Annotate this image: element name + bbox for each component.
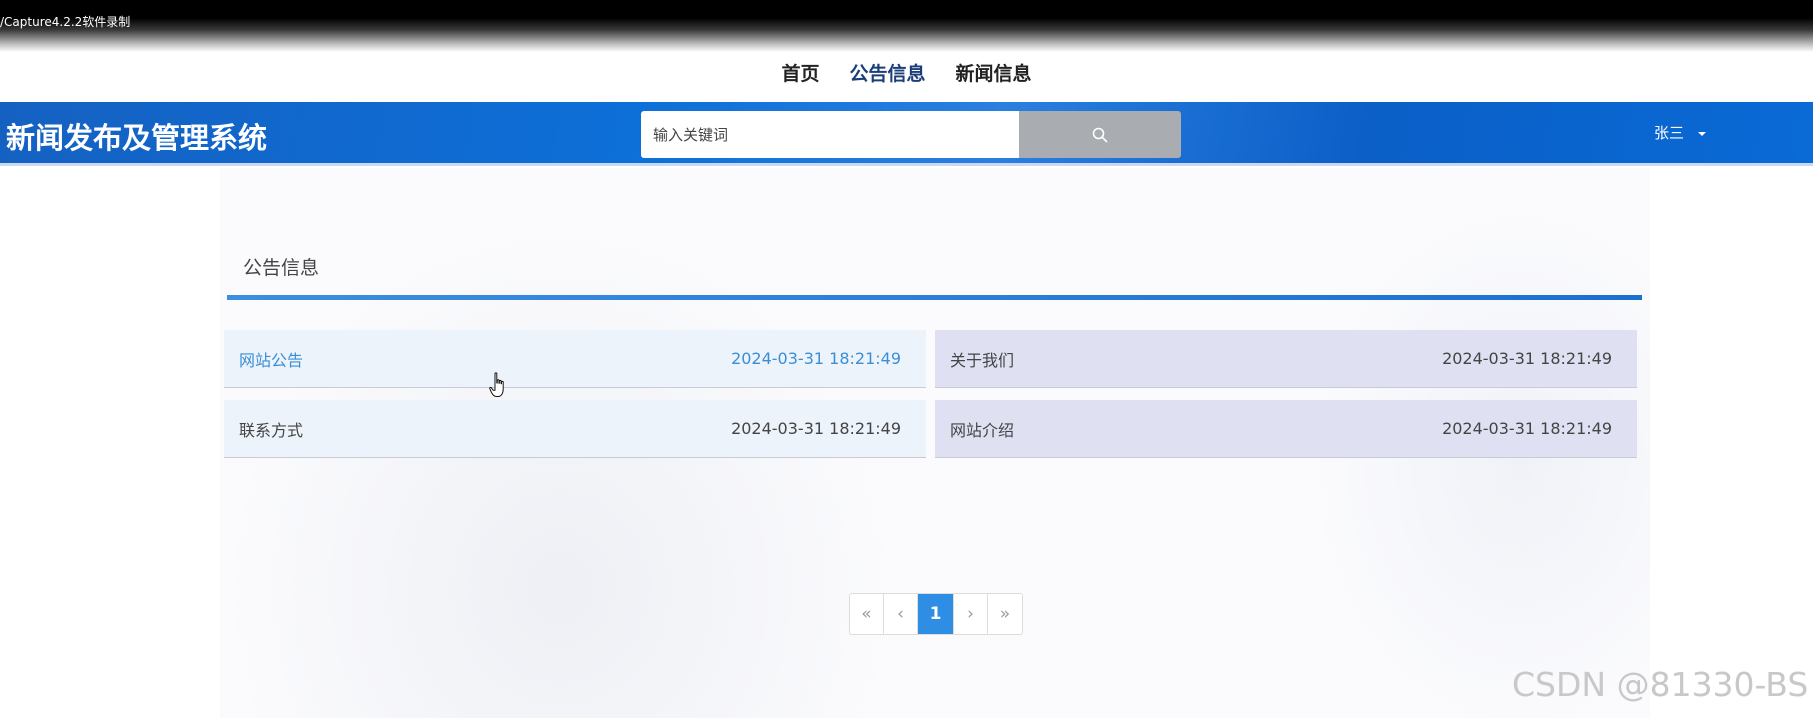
nav-item-home[interactable]: 首页	[781, 59, 819, 86]
site-brand: 新闻发布及管理系统	[6, 121, 268, 155]
search-button[interactable]	[1019, 111, 1181, 158]
pagination-first[interactable]: «	[850, 594, 884, 634]
pagination-current-page[interactable]: 1	[918, 594, 954, 634]
nav-item-notices[interactable]: 公告信息	[849, 59, 925, 86]
notice-title: 联系方式	[239, 420, 304, 440]
user-menu[interactable]: 张三	[1654, 122, 1707, 143]
notice-title: 网站公告	[239, 350, 304, 370]
watermark: CSDN @81330-BS	[1512, 665, 1809, 704]
notice-time: 2024-03-31 18:21:49	[1442, 419, 1612, 438]
pagination-prev[interactable]: ‹	[884, 594, 918, 634]
hand-cursor-icon	[489, 372, 504, 397]
search-icon	[1092, 127, 1108, 142]
section-title: 公告信息	[243, 257, 320, 279]
notice-title: 网站介绍	[950, 420, 1015, 440]
notice-time: 2024-03-31 18:21:49	[731, 419, 901, 438]
notice-time: 2024-03-31 18:21:49	[731, 349, 901, 368]
pagination: « ‹ 1 › »	[849, 593, 1023, 635]
notice-item[interactable]: 网站介绍 2024-03-31 18:21:49	[935, 400, 1637, 458]
user-name: 张三	[1654, 124, 1685, 142]
notice-time: 2024-03-31 18:21:49	[1442, 349, 1612, 368]
caret-down-icon	[1698, 131, 1707, 136]
nav-item-news[interactable]: 新闻信息	[956, 59, 1032, 86]
pagination-next[interactable]: ›	[954, 594, 988, 634]
notice-item[interactable]: 联系方式 2024-03-31 18:21:49	[224, 400, 926, 458]
search-input[interactable]	[641, 111, 1021, 158]
header-bar: 新闻发布及管理系统 张三	[0, 102, 1813, 166]
notice-item[interactable]: 网站公告 2024-03-31 18:21:49	[224, 330, 926, 388]
recording-label: /Capture4.2.2软件录制	[0, 15, 131, 29]
notice-item[interactable]: 关于我们 2024-03-31 18:21:49	[935, 330, 1637, 388]
pagination-last[interactable]: »	[988, 594, 1022, 634]
notice-title: 关于我们	[950, 350, 1015, 370]
section-divider	[227, 295, 1642, 300]
top-nav: 首页 公告信息 新闻信息	[0, 44, 1813, 100]
